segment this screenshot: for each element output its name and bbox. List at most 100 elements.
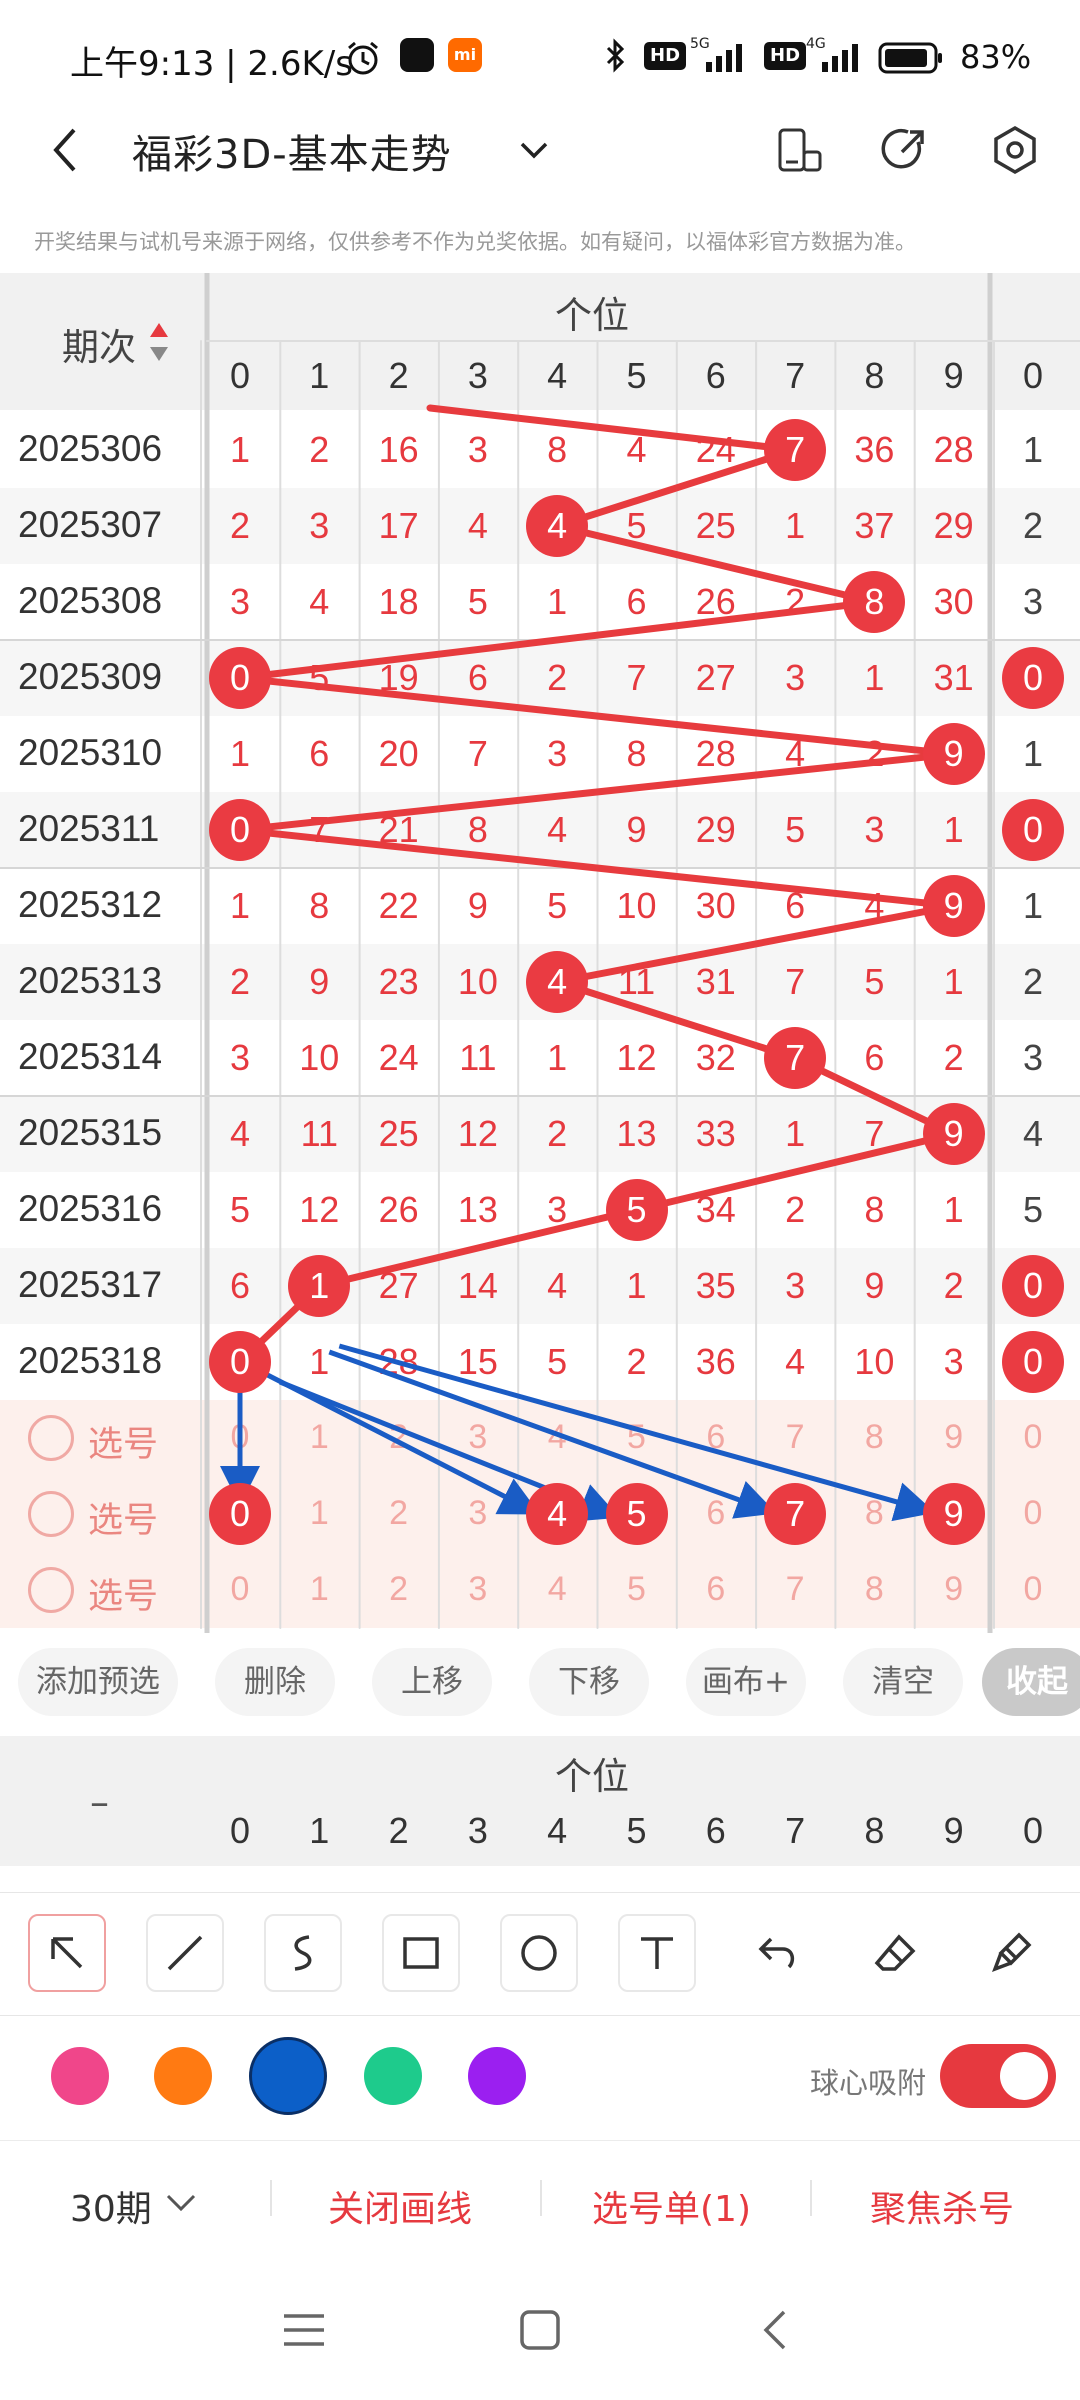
snap-toggle[interactable] [940,2044,1056,2108]
settings-icon [994,125,1036,175]
hit-ball: 4 [526,495,589,557]
selected-ball: 5 [605,1483,668,1545]
orientation-button[interactable] [768,120,828,180]
hit-ball: 7 [764,419,827,481]
color-swatch[interactable] [154,2047,212,2105]
move-up-button[interactable]: 上移 [372,1648,492,1716]
status-time: 上午9:13 | 2.6K/s [70,44,353,84]
focus-kill-tab[interactable]: 聚焦杀号 [870,2180,1014,2232]
hit-ball: 0 [209,647,271,709]
tool-clear-canvas[interactable] [974,1914,1052,1992]
rotate-screen-icon [778,128,822,172]
mini-column-header: 8 [864,1810,885,1851]
extra-hit-ball: 0 [1002,1331,1064,1393]
trend-line-segment [553,522,878,606]
battery-percent: 83% [960,38,1032,76]
mini-column-header: 6 [705,1810,726,1851]
title-dropdown-button[interactable] [504,120,564,180]
hit-ball: 0 [209,1331,271,1393]
hd-badge-2: HD [764,42,807,70]
color-swatch[interactable] [51,2047,109,2105]
mini-column-header: 0 [229,1810,251,1851]
signal-icon [706,44,742,72]
hit-ball: 8 [843,571,906,633]
chevron-down-icon-2[interactable] [164,2190,198,2216]
selected-ball: 4 [526,1483,589,1545]
back-arrow-icon [53,128,76,172]
selection-list-tab[interactable]: 选号单(1) [592,2180,751,2232]
mini-column-header: 3 [467,1810,488,1851]
hd-badge: HD [644,42,687,70]
bluetooth-icon [606,38,625,73]
divider [270,2180,272,2216]
share-button[interactable] [874,120,934,180]
collapse-button[interactable]: 收起 [982,1648,1080,1716]
trend-line-segment [426,404,799,454]
page-title: 福彩3D-基本走势 [132,132,452,178]
move-down-button[interactable]: 下移 [529,1648,649,1716]
tool-undo[interactable] [738,1914,816,1992]
back-button[interactable] [36,120,96,180]
clear-button[interactable]: 清空 [843,1648,963,1716]
undo-icon [758,1937,795,1969]
mi-notification-icon: mi [448,38,482,72]
color-swatch[interactable] [364,2047,422,2105]
trend-table[interactable]: 期次 个位 01234567890 2025306 1 2 16 3 8 4 24 36 28 1 2… [0,273,1080,1633]
back-nav-icon[interactable] [758,2308,794,2352]
status-bar: 上午9:13 | 2.6K/s mi HD 5G HD 4G 83% [0,0,1080,110]
hit-ball: 9 [922,875,985,937]
tool-eraser[interactable] [856,1914,934,1992]
delete-button[interactable]: 删除 [215,1648,335,1716]
hit-ball: 4 [526,951,589,1013]
freehand-icon [294,1935,312,1971]
eraser-icon [874,1934,916,1971]
color-swatch[interactable] [249,2037,327,2115]
chevron-down-icon [520,142,548,159]
close-lines-tab[interactable]: 关闭画线 [328,2180,472,2232]
mini-group-label: 个位 [555,1755,629,1798]
settings-button[interactable] [985,120,1045,180]
period-select[interactable]: 30期 [70,2180,152,2232]
signal-icon-2 [822,44,858,72]
color-swatch[interactable] [468,2047,526,2105]
hit-ball: 7 [764,1027,827,1089]
alarm-icon [348,41,378,75]
trend-line-segment [633,1130,958,1214]
system-nav-bar [0,2270,1080,2400]
mini-column-header: 1 [309,1810,330,1851]
hit-ball: 0 [209,799,271,861]
line-icon [167,1935,203,1971]
tool-freehand[interactable] [264,1914,342,1992]
trend-lines-canvas[interactable] [0,273,1080,1633]
broom-icon [992,1932,1032,1972]
menu-icon[interactable] [282,2310,326,2350]
hit-ball: 1 [288,1255,351,1317]
mini-column-header: 7 [785,1810,806,1851]
extra-hit-ball: 0 [1002,1255,1064,1317]
extra-hit-ball: 0 [1002,799,1064,861]
divider [810,2180,812,2216]
disclaimer-text: 开奖结果与试机号来源于网络，仅供参考不作为兑奖依据。如有疑问，以福体彩官方数据为… [34,230,916,254]
text-icon [641,1937,673,1969]
tool-text[interactable] [618,1914,696,1992]
circle-icon [521,1935,557,1971]
tool-rectangle[interactable] [382,1914,460,1992]
tool-circle[interactable] [500,1914,578,1992]
selected-ball: 0 [209,1483,271,1545]
selected-ball: 7 [764,1483,827,1545]
tool-select[interactable] [28,1914,106,1992]
hit-ball: 9 [922,1103,985,1165]
mini-column-header: 9 [943,1810,964,1851]
add-preselect-button[interactable]: 添加预选 [18,1648,178,1716]
hit-ball: 5 [605,1179,668,1241]
dash-label: – [90,1780,109,1824]
app-notification-icon [400,38,434,72]
share-icon [881,128,924,169]
toggle-knob [1000,2052,1048,2100]
tool-line[interactable] [146,1914,224,1992]
secondary-table-header: – 个位 0 1 2 3 4 5 6 7 8 9 0 [0,1736,1080,1866]
home-icon[interactable] [518,2308,562,2352]
snap-label: 球心吸附 [810,2066,927,2100]
canvas-plus-button[interactable]: 画布+ [686,1648,806,1716]
mini-column-header: 5 [626,1810,647,1851]
